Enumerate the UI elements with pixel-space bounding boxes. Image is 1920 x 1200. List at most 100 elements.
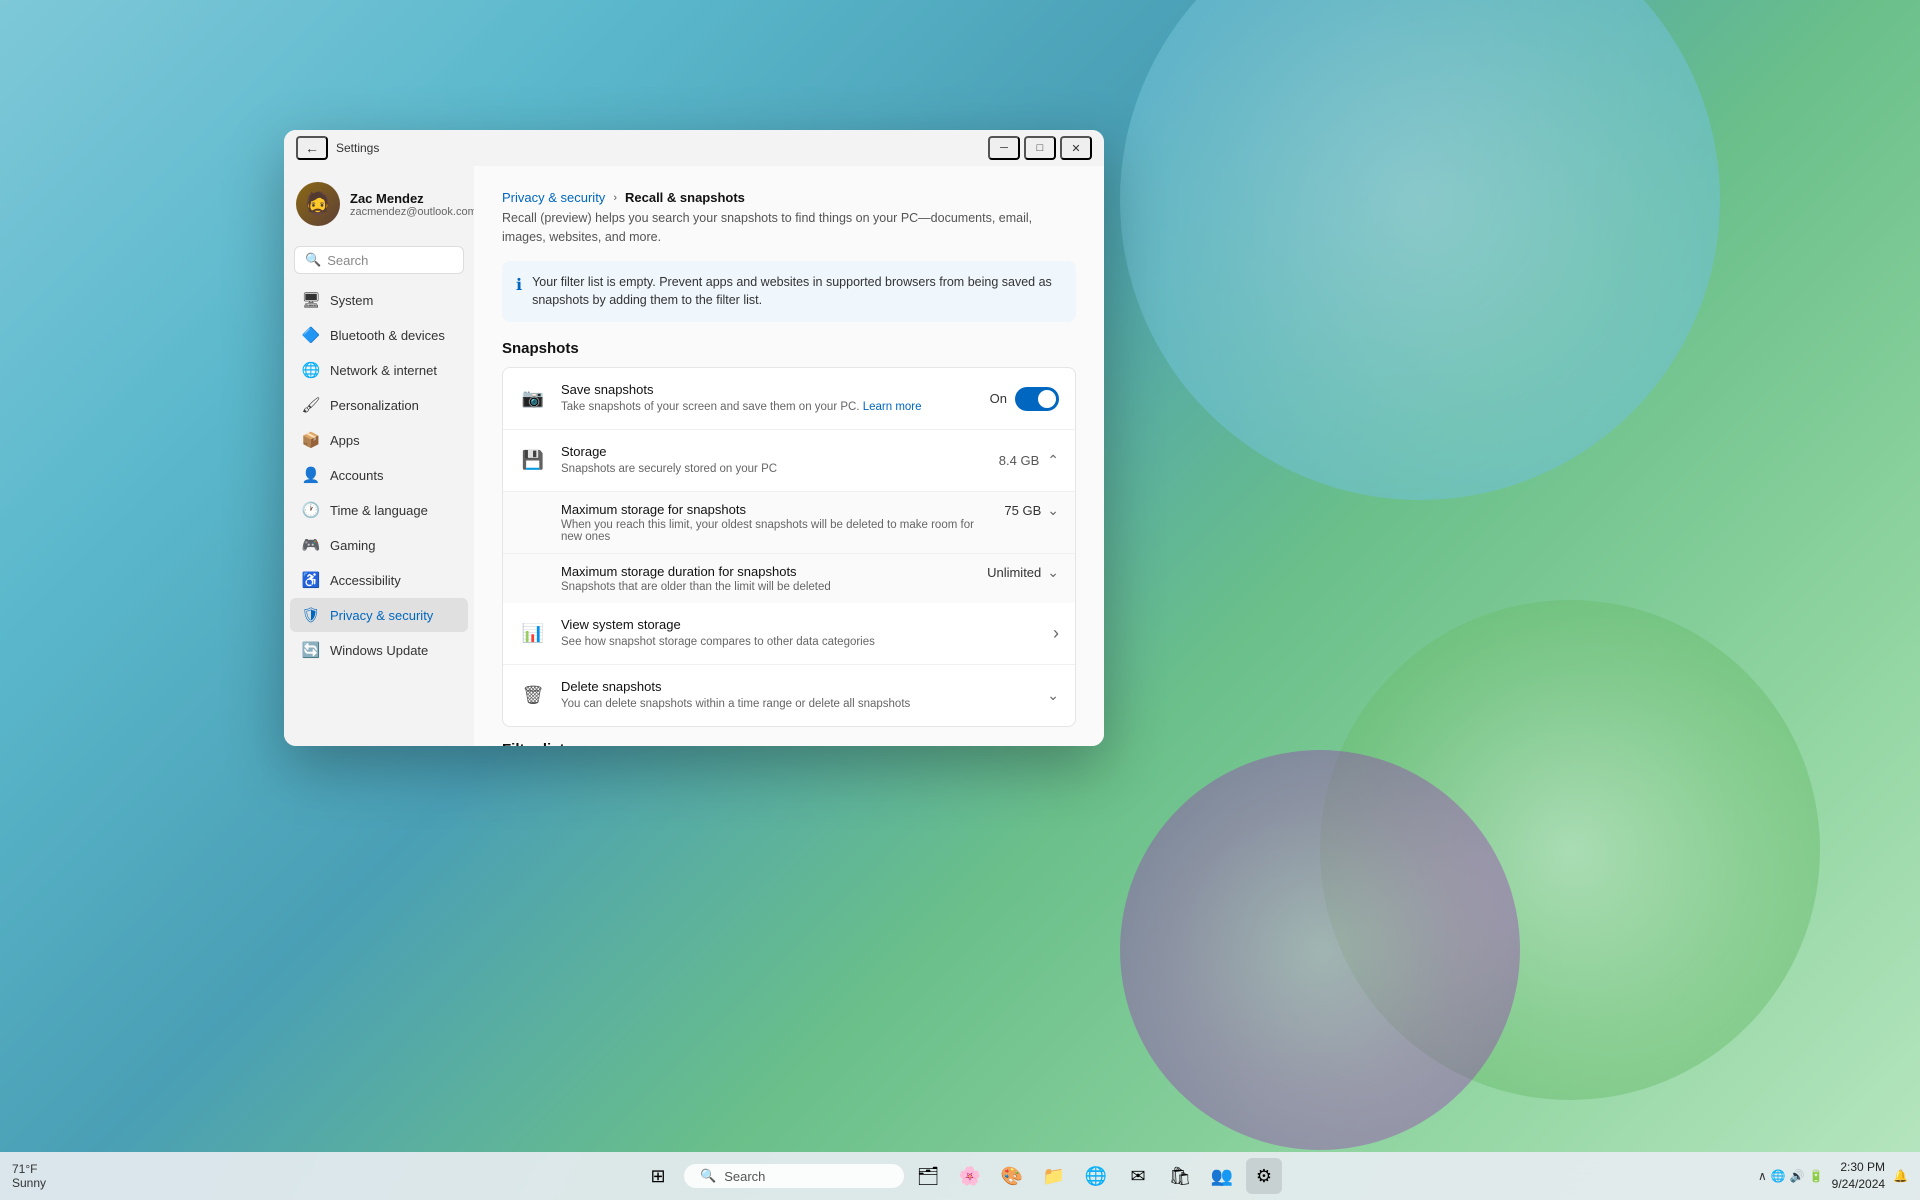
- delete-chevron[interactable]: [1047, 687, 1059, 704]
- windows-update-icon: 🔄: [302, 641, 320, 659]
- window-controls: ─ □ ✕: [988, 136, 1092, 160]
- nav-item-time[interactable]: 🕐 Time & language: [290, 493, 468, 527]
- volume-tray-icon[interactable]: 🔊: [1790, 1169, 1805, 1183]
- delete-snapshots-row[interactable]: 🗑 Delete snapshots You can delete snapsh…: [503, 665, 1075, 726]
- close-button[interactable]: ✕: [1060, 136, 1092, 160]
- user-name: Zac Mendez: [350, 191, 462, 206]
- max-duration-row[interactable]: Maximum storage duration for snapshots S…: [503, 553, 1075, 603]
- save-snapshots-label: Save snapshots: [561, 382, 976, 397]
- taskbar-settings[interactable]: ⚙: [1246, 1158, 1282, 1194]
- breadcrumb: Privacy & security › Recall & snapshots: [502, 190, 1076, 205]
- info-banner-text: Your filter list is empty. Prevent apps …: [532, 273, 1062, 311]
- nav-label-personalization: Personalization: [330, 398, 419, 413]
- avatar: 🧔: [296, 182, 340, 226]
- nav-item-system[interactable]: 🖥 System: [290, 283, 468, 317]
- accounts-icon: 👤: [302, 466, 320, 484]
- nav-item-personalization[interactable]: 🖌 Personalization: [290, 388, 468, 422]
- save-snapshots-row[interactable]: 📷 Save snapshots Take snapshots of your …: [503, 368, 1075, 430]
- max-storage-chevron[interactable]: [1047, 502, 1059, 519]
- max-duration-right: Unlimited: [987, 564, 1059, 581]
- save-snapshots-right: On: [990, 387, 1059, 411]
- nav-item-network[interactable]: 🌐 Network & internet: [290, 353, 468, 387]
- taskbar-search[interactable]: 🔍 Search: [684, 1164, 904, 1188]
- view-system-storage-row[interactable]: 📊 View system storage See how snapshot s…: [503, 603, 1075, 665]
- taskbar-right: ∧ 🌐 🔊 🔋 2:30 PM 9/24/2024 🔔: [1758, 1159, 1908, 1193]
- storage-text: Storage Snapshots are securely stored on…: [561, 444, 985, 477]
- accessibility-icon: ♿: [302, 571, 320, 589]
- apps-icon: 📦: [302, 431, 320, 449]
- tray-chevron[interactable]: ∧: [1758, 1169, 1767, 1183]
- nav-item-accessibility[interactable]: ♿ Accessibility: [290, 563, 468, 597]
- max-duration-text: Maximum storage duration for snapshots S…: [561, 564, 973, 593]
- storage-sub-rows: Maximum storage for snapshots When you r…: [503, 491, 1075, 603]
- nav-item-apps[interactable]: 📦 Apps: [290, 423, 468, 457]
- view-storage-desc: See how snapshot storage compares to oth…: [561, 634, 1039, 650]
- storage-desc: Snapshots are securely stored on your PC: [561, 461, 985, 477]
- minimize-button[interactable]: ─: [988, 136, 1020, 160]
- max-storage-right: 75 GB: [1004, 502, 1059, 519]
- taskbar-teams[interactable]: 👥: [1204, 1158, 1240, 1194]
- taskbar-store[interactable]: 🛍: [1162, 1158, 1198, 1194]
- max-duration-value: Unlimited: [987, 565, 1041, 580]
- save-snapshots-toggle[interactable]: [1015, 387, 1059, 411]
- save-snapshots-icon: 📷: [519, 385, 547, 413]
- save-snapshots-text: Save snapshots Take snapshots of your sc…: [561, 382, 976, 415]
- save-snapshots-toggle-label: On: [990, 391, 1007, 406]
- view-storage-icon: 📊: [519, 620, 547, 648]
- network-icon: 🌐: [302, 361, 320, 379]
- settings-body: 🧔 Zac Mendez zacmendez@outlook.com 🔍 Sea…: [284, 166, 1104, 746]
- save-snapshots-learn-more[interactable]: Learn more: [863, 401, 922, 413]
- taskbar-edge[interactable]: 🌐: [1078, 1158, 1114, 1194]
- nav-label-apps: Apps: [330, 433, 360, 448]
- search-icon: 🔍: [305, 252, 321, 268]
- nav-item-privacy[interactable]: 🛡 Privacy & security: [290, 598, 468, 632]
- weather-info: 71°F Sunny: [12, 1162, 46, 1190]
- view-storage-label: View system storage: [561, 617, 1039, 632]
- nav-item-gaming[interactable]: 🎮 Gaming: [290, 528, 468, 562]
- battery-tray-icon[interactable]: 🔋: [1809, 1169, 1824, 1183]
- notification-icon[interactable]: 🔔: [1893, 1169, 1908, 1183]
- sidebar: 🧔 Zac Mendez zacmendez@outlook.com 🔍 Sea…: [284, 166, 474, 746]
- start-button[interactable]: ⊞: [638, 1156, 678, 1196]
- weather-condition: Sunny: [12, 1176, 46, 1190]
- max-duration-chevron[interactable]: [1047, 564, 1059, 581]
- desktop-orb-1: [1120, 0, 1720, 500]
- nav-item-accounts[interactable]: 👤 Accounts: [290, 458, 468, 492]
- nav-item-windows-update[interactable]: 🔄 Windows Update: [290, 633, 468, 667]
- bluetooth-icon: 🔷: [302, 326, 320, 344]
- delete-label: Delete snapshots: [561, 679, 1033, 694]
- nav-label-network: Network & internet: [330, 363, 437, 378]
- breadcrumb-separator: ›: [613, 192, 617, 204]
- max-duration-label: Maximum storage duration for snapshots: [561, 564, 973, 579]
- maximize-button[interactable]: □: [1024, 136, 1056, 160]
- back-button[interactable]: ←: [296, 136, 328, 160]
- storage-right: 8.4 GB: [999, 452, 1059, 469]
- taskbar-app-1[interactable]: 🌸: [952, 1158, 988, 1194]
- taskbar-app-2[interactable]: 🎨: [994, 1158, 1030, 1194]
- clock[interactable]: 2:30 PM 9/24/2024: [1832, 1159, 1885, 1193]
- window-title: Settings: [336, 141, 379, 155]
- delete-icon: 🗑: [519, 682, 547, 710]
- taskbar-app-3[interactable]: 📁: [1036, 1158, 1072, 1194]
- personalization-icon: 🖌: [302, 396, 320, 414]
- delete-right: [1047, 687, 1059, 704]
- storage-icon: 💾: [519, 447, 547, 475]
- max-storage-value: 75 GB: [1004, 503, 1041, 518]
- save-snapshots-desc: Take snapshots of your screen and save t…: [561, 399, 976, 415]
- network-tray-icon[interactable]: 🌐: [1771, 1169, 1786, 1183]
- title-bar-left: ← Settings: [296, 136, 379, 160]
- taskbar-mail[interactable]: ✉: [1120, 1158, 1156, 1194]
- max-storage-row[interactable]: Maximum storage for snapshots When you r…: [503, 491, 1075, 553]
- start-icon: ⊞: [650, 1166, 665, 1187]
- privacy-icon: 🛡: [302, 606, 320, 624]
- breadcrumb-current: Recall & snapshots: [625, 190, 745, 205]
- taskbar-file-explorer[interactable]: 🗂: [910, 1158, 946, 1194]
- storage-row[interactable]: 💾 Storage Snapshots are securely stored …: [503, 430, 1075, 491]
- sidebar-search[interactable]: 🔍 Search: [294, 246, 464, 274]
- breadcrumb-parent[interactable]: Privacy & security: [502, 190, 605, 205]
- max-storage-text: Maximum storage for snapshots When you r…: [561, 502, 990, 543]
- user-profile[interactable]: 🧔 Zac Mendez zacmendez@outlook.com: [284, 174, 474, 242]
- section-filterlists-title: Filter lists: [502, 741, 1076, 746]
- info-banner: ℹ Your filter list is empty. Prevent app…: [502, 261, 1076, 323]
- nav-item-bluetooth[interactable]: 🔷 Bluetooth & devices: [290, 318, 468, 352]
